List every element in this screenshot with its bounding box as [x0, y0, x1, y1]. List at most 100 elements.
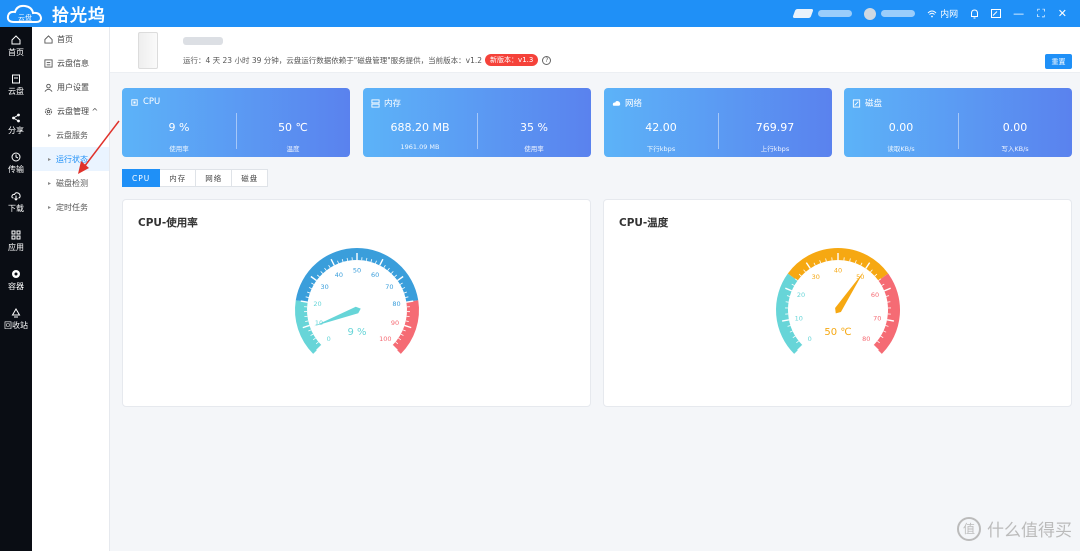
rail-item-share[interactable]: 分享 [0, 105, 32, 144]
gauge-tick-label: 60 [371, 271, 379, 279]
run-info-text: 运行：4 天 23 小时 39 分钟，云盘运行数据依赖于"磁盘管理"服务提供，当… [183, 55, 483, 65]
window-icon [991, 9, 1002, 18]
download-icon [11, 192, 21, 201]
bell-icon [971, 8, 979, 18]
notifications-button[interactable] [970, 8, 979, 19]
stat-card-network: 网络 42.00 下行kbps 769.97 上行kbps [604, 88, 832, 157]
gauge-tick-label: 100 [379, 335, 391, 343]
subnav-label: 云盘管理 ^ [57, 106, 99, 116]
help-icon[interactable]: ? [542, 55, 552, 65]
avatar-icon [864, 7, 877, 20]
device-name-blurred [183, 37, 223, 45]
subnav-item-home[interactable]: 首页 [32, 27, 109, 51]
gauge-tick-label: 0 [327, 335, 331, 343]
card-label: 使用率 [524, 145, 544, 153]
folder-icon [12, 74, 20, 84]
subnav-child-label: 定时任务 [56, 202, 89, 212]
card-title: 网络 [625, 99, 643, 109]
minimize-button[interactable]: — [1013, 7, 1024, 20]
card-value: 0.00 [1002, 121, 1028, 134]
rail-label: 云盘 [8, 87, 24, 96]
card-label: 温度 [286, 145, 300, 153]
bullet-icon: ▸ [48, 131, 52, 139]
card-label: 上行kbps [760, 145, 790, 153]
run-info: 运行：4 天 23 小时 39 分钟，云盘运行数据依赖于"磁盘管理"服务提供，当… [183, 54, 552, 66]
rail-item-transfer[interactable]: 传输 [0, 144, 32, 183]
user-menu[interactable] [864, 7, 916, 20]
network-label: 内网 [940, 10, 959, 20]
recycle-icon [11, 308, 21, 318]
wifi-icon [927, 10, 937, 17]
card-value: 35 % [520, 121, 548, 134]
rail-label: 容器 [8, 282, 24, 291]
rail-item-container[interactable]: 容器 [0, 261, 32, 300]
gauge-tick-label: 70 [385, 283, 393, 291]
card-value: 0.00 [888, 121, 914, 134]
logo-text: 云盘 [18, 13, 32, 22]
gauge-tick-label: 80 [862, 335, 870, 343]
watermark-text: 什么值得买 [987, 521, 1072, 541]
card-label: 写入KB/s [1001, 145, 1029, 153]
gauge-tick-label: 0 [808, 335, 812, 343]
card-label: 读取KB/s [887, 145, 915, 153]
network-indicator[interactable]: 内网 [927, 7, 958, 20]
stat-card-memory: 内存 688.20 MB 1961.09 MB 35 % 使用率 [363, 88, 591, 157]
home-outline-icon [44, 34, 53, 44]
stat-card-cpu: CPU 9 % 使用率 50 ℃ 温度 [122, 88, 350, 157]
gauge-tick-label: 20 [797, 291, 805, 299]
maximize-button[interactable]: ⛶ [1037, 7, 1045, 21]
network-icon [612, 100, 621, 106]
subnav-item-cloud-info[interactable]: 云盘信息 [32, 51, 109, 75]
gauge-pointer [313, 306, 361, 327]
gauge-tick-label: 30 [812, 273, 820, 281]
bullet-icon: ▸ [48, 179, 52, 187]
cpu-usage-gauge: 01020304050607080901009 % [295, 248, 419, 354]
subnav-label: 云盘信息 [57, 58, 89, 68]
main-nav-rail: 首页 云盘 分享 传输 下载 应用 容器 回收站 [0, 27, 32, 551]
transfer-icon [11, 152, 21, 162]
rail-item-cloud[interactable]: 云盘 [0, 66, 32, 105]
rail-label: 下载 [8, 204, 24, 213]
reset-button[interactable]: 重置 [1045, 54, 1072, 69]
tab-cpu[interactable]: CPU [122, 169, 161, 187]
cloud-logo-icon: 云盘 [6, 4, 43, 23]
rail-item-apps[interactable]: 应用 [0, 222, 32, 261]
rail-label: 分享 [8, 126, 24, 135]
app-name: 拾光坞 [52, 6, 106, 26]
device-image [138, 32, 158, 69]
rail-label: 回收站 [4, 321, 28, 330]
gauge-tick-label: 70 [873, 314, 881, 322]
tab-memory[interactable]: 内存 [160, 169, 197, 187]
bullet-icon: ▸ [48, 155, 52, 163]
card-value: 769.97 [755, 121, 795, 134]
watermark-logo: 值 [957, 516, 981, 541]
tab-disk[interactable]: 磁盘 [232, 169, 269, 187]
gauge-tick-label: 20 [313, 300, 321, 308]
gauge-pointer [835, 271, 864, 314]
card-value: 9 % [168, 121, 190, 134]
rail-item-home[interactable]: 首页 [0, 27, 32, 66]
subnav-label: 首页 [57, 34, 73, 44]
subnav-child-label: 磁盘检测 [56, 178, 89, 188]
cpu-temp-gauge: 0102030405060708050 ℃ [776, 248, 900, 354]
share-icon [12, 113, 20, 123]
brand-logo: 云盘 拾光坞 [6, 2, 106, 26]
tab-network[interactable]: 网络 [196, 169, 233, 187]
card-label: 1961.09 MB [400, 143, 440, 151]
card-value: 688.20 MB [390, 121, 450, 134]
rail-label: 首页 [8, 48, 24, 57]
rail-item-download[interactable]: 下载 [0, 183, 32, 222]
annotation-arrow [78, 120, 120, 174]
device-info-header: 运行：4 天 23 小时 39 分钟，云盘运行数据依赖于"磁盘管理"服务提供，当… [110, 27, 1080, 73]
close-button[interactable]: ✕ [1058, 7, 1067, 20]
window-button[interactable] [991, 9, 1002, 18]
rail-item-recycle[interactable]: 回收站 [0, 300, 32, 339]
cpu-temp-panel: CPU-温度 0102030405060708050 ℃ [603, 199, 1072, 407]
device-name-blurred [818, 10, 853, 17]
new-version-badge[interactable]: 新版本：v1.3 [485, 54, 539, 66]
subnav-item-user-settings[interactable]: 用户设置 [32, 75, 109, 99]
gauge-minor-tick [346, 257, 349, 261]
subnav-child-scheduled-tasks[interactable]: ▸ 定时任务 [32, 195, 109, 219]
device-selector[interactable] [792, 9, 853, 18]
gauge-band [295, 248, 419, 303]
